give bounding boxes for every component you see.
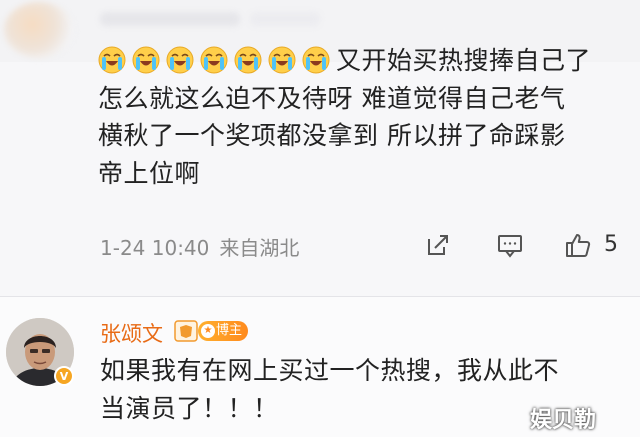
verified-v-icon: V (54, 366, 74, 386)
reply-username[interactable]: 张颂文 (100, 318, 163, 348)
crying-laughing-emoji (98, 46, 126, 74)
reply-line-1: 如果我有在网上买过一个热搜，我从此不 (100, 356, 560, 385)
blogger-badge-icon: ★ (201, 324, 215, 338)
reply-line-2: 当演员了！！！ (100, 394, 279, 423)
crying-laughing-emoji (166, 46, 194, 74)
comment-line-3: 横秋了一个奖项都没拿到 所以拼了命踩影 (98, 121, 566, 150)
comment-meta: 1-24 10:40 来自湖北 (100, 232, 309, 261)
comment-location: 来自湖北 (219, 236, 300, 260)
comment-text: 又开始买热搜捧自己了 怎么就这么迫不及待呀 难道觉得自己老气 横秋了一个奖项都没… (98, 42, 618, 192)
watermark: 娱贝勒 (530, 408, 597, 433)
blurred-username-extra (250, 12, 320, 26)
crying-laughing-emoji (200, 46, 228, 74)
blurred-avatar (4, 2, 74, 58)
comment-line-1: 又开始买热搜捧自己了 (336, 46, 592, 75)
comment-timestamp: 1-24 10:40 (100, 236, 210, 260)
crying-laughing-emoji (268, 46, 296, 74)
share-icon[interactable] (424, 231, 452, 259)
blogger-badge-label: 博主 (216, 323, 243, 338)
thumbs-up-icon[interactable] (564, 231, 592, 259)
crying-laughing-emoji (302, 46, 330, 74)
blogger-badge: ★ 博主 (198, 321, 249, 341)
like-count: 5 (604, 232, 618, 257)
comment-icon[interactable] (496, 231, 524, 259)
blurred-username (100, 12, 240, 26)
comment-line-4: 帝上位啊 (98, 158, 201, 188)
weibo-vip-icon (174, 320, 198, 342)
comment-line-2: 怎么就这么迫不及待呀 难道觉得自己老气 (98, 83, 566, 113)
crying-laughing-emoji (234, 46, 262, 74)
emoji-row (98, 46, 336, 75)
crying-laughing-emoji (132, 46, 160, 74)
